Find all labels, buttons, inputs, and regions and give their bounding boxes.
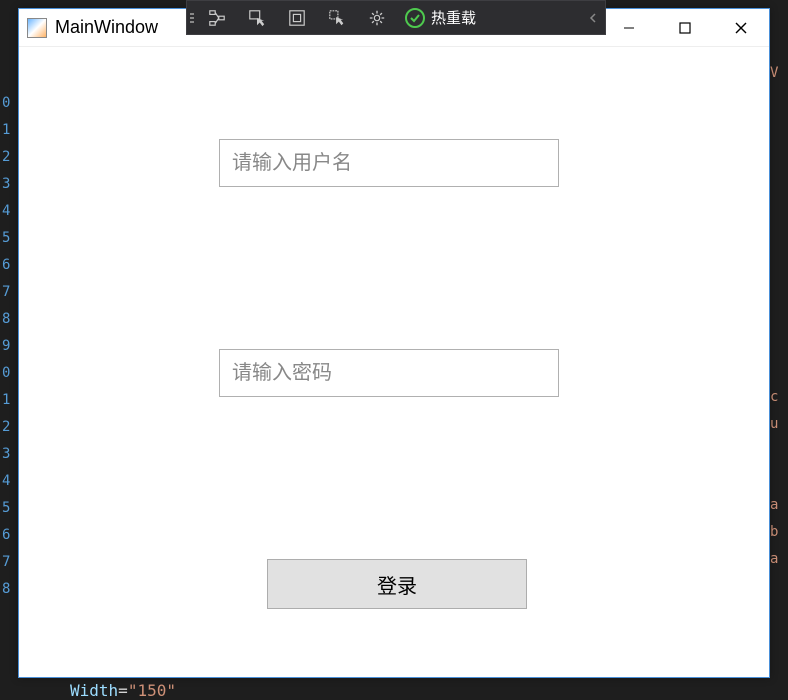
check-circle-icon [405,8,425,28]
minimize-button[interactable] [601,9,657,46]
diagnostic-button[interactable] [357,1,397,34]
password-input[interactable] [219,349,559,397]
debug-toolbar[interactable]: 热重载 [186,0,606,35]
focus-icon [328,9,346,27]
username-input[interactable] [219,139,559,187]
gear-icon [368,9,386,27]
display-layout-button[interactable] [277,1,317,34]
editor-code-fragment: Width="150" [70,681,176,700]
maximize-button[interactable] [657,9,713,46]
editor-gutter: 0 1 2 3 4 5 6 7 8 9 0 1 2 3 4 5 6 7 8 [0,90,18,690]
minimize-icon [622,21,636,35]
toolbar-grip[interactable] [187,1,197,34]
chevron-left-icon [588,11,598,25]
maximize-icon [678,21,692,35]
close-button[interactable] [713,9,769,46]
close-icon [734,21,748,35]
track-focus-button[interactable] [317,1,357,34]
layout-icon [288,9,306,27]
live-visual-tree-button[interactable] [197,1,237,34]
pointer-icon [248,9,266,27]
login-button[interactable]: 登录 [267,559,527,609]
window-controls [601,9,769,46]
code-attr: Width [70,681,118,700]
main-window: MainWindow 登录 [18,8,770,678]
window-content: 登录 [19,47,769,677]
hot-reload-button[interactable]: 热重载 [397,1,484,34]
hot-reload-label: 热重载 [431,7,476,28]
select-element-button[interactable] [237,1,277,34]
code-eq: = [118,681,128,700]
toolbar-chevron[interactable] [580,11,605,25]
code-val: "150" [128,681,176,700]
editor-right-edge: V c u a b a [770,60,788,660]
tree-icon [208,9,226,27]
app-icon [27,18,47,38]
